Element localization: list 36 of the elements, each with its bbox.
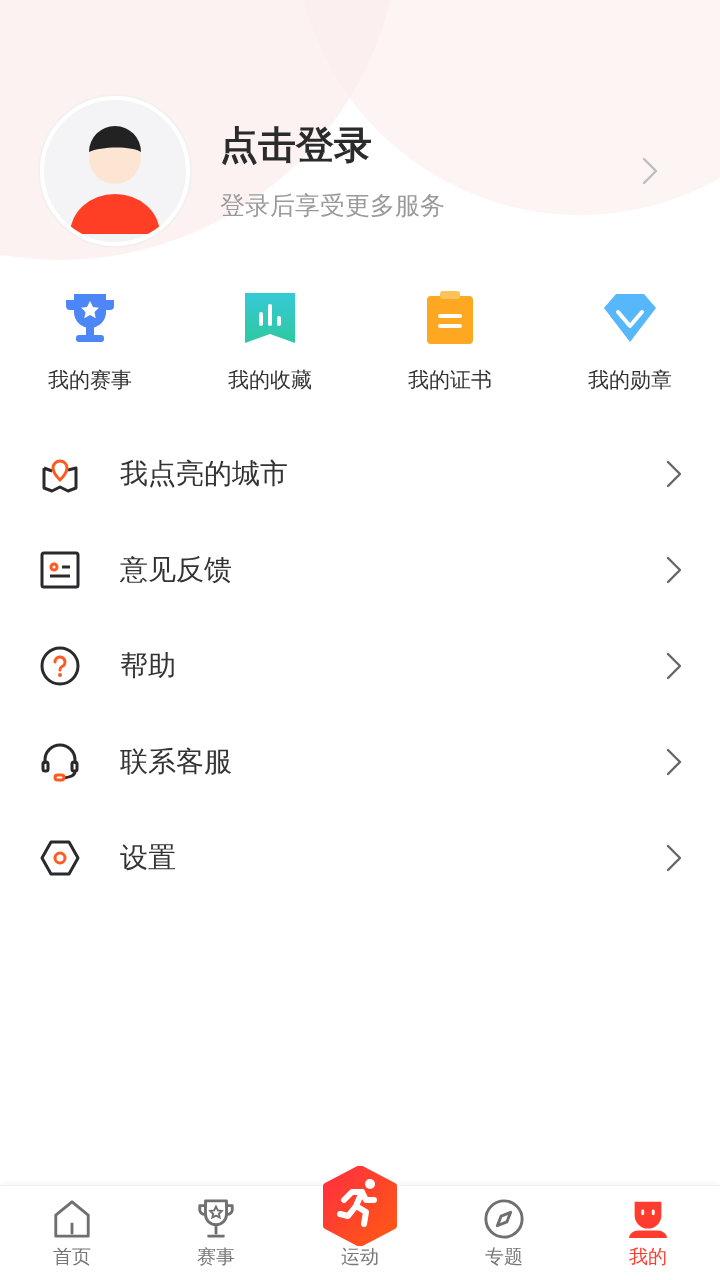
menu-label: 设置 [120, 840, 177, 876]
bookmark-chart-icon [242, 290, 298, 346]
chevron-icon [666, 460, 682, 488]
shortcut-button[interactable]: 我的赛事 [0, 290, 180, 394]
help-icon [40, 646, 80, 686]
headset-icon [40, 742, 80, 782]
menu-label: 帮助 [120, 648, 177, 684]
shortcut-button[interactable]: 我的勋章 [540, 290, 720, 394]
nav-tab[interactable]: 首页 [0, 1186, 144, 1280]
chevron-icon [666, 556, 682, 584]
chevron-icon [666, 844, 682, 872]
trophy-icon [195, 1198, 237, 1240]
menu-label: 我点亮的城市 [120, 456, 289, 492]
home-icon [51, 1198, 93, 1240]
nav-tab[interactable]: 专题 [432, 1186, 576, 1280]
menu-item[interactable]: 设置 [0, 810, 720, 906]
login-title: 点击登录 [220, 122, 373, 169]
login-subtitle: 登录后享受更多服务 [220, 190, 446, 222]
shortcut-button[interactable]: 我的证书 [360, 290, 540, 394]
settings-icon [40, 838, 80, 878]
compass-icon [483, 1198, 525, 1240]
menu-label: 联系客服 [120, 744, 233, 780]
shortcut-button[interactable]: 我的收藏 [180, 290, 360, 394]
menu-item[interactable]: 帮助 [0, 618, 720, 714]
chevron-icon [642, 157, 658, 185]
login-card[interactable]: 点击登录 登录后享受更多服务 [0, 0, 720, 246]
menu-label: 意见反馈 [120, 552, 233, 588]
nav-tab[interactable]: 我的 [576, 1186, 720, 1280]
chevron-icon [666, 652, 682, 680]
menu-item[interactable]: 联系客服 [0, 714, 720, 810]
chevron-icon [666, 748, 682, 776]
feedback-card-icon [40, 550, 80, 590]
nav-tab[interactable]: 运动 [288, 1150, 432, 1280]
menu-item[interactable]: 我点亮的城市 [0, 426, 720, 522]
nav-tab[interactable]: 赛事 [144, 1186, 288, 1280]
menu-item[interactable]: 意见反馈 [0, 522, 720, 618]
